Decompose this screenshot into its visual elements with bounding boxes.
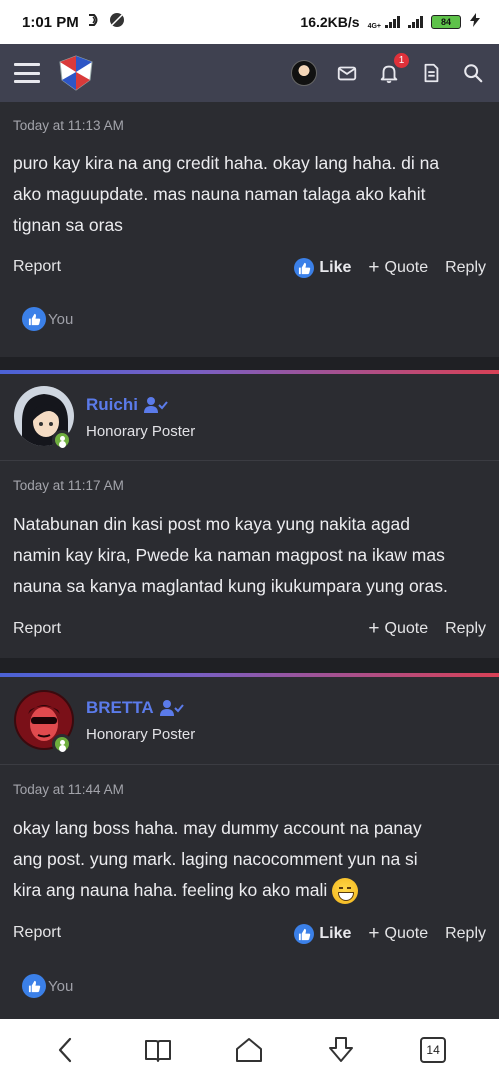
plus-icon: + [368, 923, 380, 944]
username-label: BRETTA [86, 698, 154, 717]
reaction-label: You [48, 977, 74, 995]
reaction-summary[interactable]: You [22, 974, 73, 998]
post-2: Ruichi Honorary Poster Today at 11:17 AM… [0, 374, 499, 658]
browser-bottom-nav: 14 [0, 1019, 499, 1080]
reply-button[interactable]: Reply [445, 620, 486, 638]
post-line: ang post. yung mark. laging nacocomment … [13, 849, 418, 869]
post-line: namin kay kira, Pwede ka naman magpost n… [13, 545, 445, 565]
post-line: nauna sa kanya maglantad kung ikukumpara… [13, 576, 448, 596]
notification-badge: 1 [394, 53, 409, 68]
post-body: Natabunan din kasi post mo kaya yung nak… [13, 509, 493, 602]
thumbs-up-icon [294, 924, 315, 944]
reaction-label: You [48, 310, 74, 328]
network-speed: 16.2KB/s [300, 14, 360, 30]
app-header: 1 [0, 44, 499, 102]
post-line-with-emoji: kira ang nauna haha. feeling ko ako mali [13, 875, 493, 906]
like-button[interactable]: Like [294, 258, 351, 278]
divider [0, 764, 499, 765]
thumbs-up-icon [22, 974, 46, 998]
quote-label: Quote [384, 620, 429, 637]
post-line: puro kay kira na ang credit haha. okay l… [13, 153, 440, 173]
quote-button[interactable]: + Quote [368, 257, 429, 278]
post-3: BRETTA Honorary Poster Today at 11:44 AM… [0, 677, 499, 1019]
back-icon[interactable] [49, 1033, 83, 1067]
plus-icon: + [368, 257, 380, 278]
post-1: Today at 11:13 AM puro kay kira na ang c… [0, 102, 499, 357]
menu-icon[interactable] [14, 63, 40, 83]
thumbs-up-icon [294, 258, 315, 278]
username[interactable]: Ruichi [86, 395, 168, 415]
plus-icon: + [368, 618, 380, 639]
post-line: kira ang nauna haha. feeling ko ako mali [13, 880, 328, 900]
status-bar: 1:01 PM 16.2KB/s 4G+ 84 [0, 0, 499, 44]
site-logo[interactable] [56, 54, 96, 92]
circle-slash-icon [109, 12, 125, 33]
quote-button[interactable]: + Quote [368, 618, 429, 639]
download-icon[interactable] [324, 1033, 358, 1067]
post-line: tignan sa oras [13, 215, 123, 235]
username[interactable]: BRETTA [86, 698, 184, 718]
bell-icon[interactable]: 1 [377, 53, 409, 85]
post-separator [0, 658, 499, 673]
like-label: Like [319, 925, 352, 942]
like-button[interactable]: Like [294, 924, 351, 944]
quote-button[interactable]: + Quote [368, 923, 429, 944]
report-button[interactable]: Report [13, 620, 61, 638]
user-check-icon [159, 700, 184, 716]
tab-count: 14 [420, 1036, 447, 1063]
reply-button[interactable]: Reply [445, 259, 486, 277]
post-timestamp[interactable]: Today at 11:44 AM [13, 782, 124, 797]
user-avatar[interactable] [291, 60, 317, 86]
post-line: okay lang boss haha. may dummy account n… [13, 818, 422, 838]
thumbs-up-icon [22, 307, 46, 331]
post-body: okay lang boss haha. may dummy account n… [13, 813, 493, 906]
post-line: Natabunan din kasi post mo kaya yung nak… [13, 514, 410, 534]
grinning-sweat-emoji-icon [332, 878, 359, 905]
quote-label: Quote [384, 925, 429, 942]
mail-icon[interactable] [335, 61, 359, 85]
online-status-icon [52, 430, 72, 450]
username-label: Ruichi [86, 395, 138, 414]
network-type: 4G+ [367, 22, 381, 30]
reaction-summary[interactable]: You [22, 307, 73, 331]
like-label: Like [319, 259, 352, 276]
quote-label: Quote [384, 259, 429, 276]
charging-icon [469, 12, 481, 32]
user-title: Honorary Poster [86, 726, 196, 743]
post-timestamp[interactable]: Today at 11:17 AM [13, 478, 124, 493]
online-status-icon [52, 734, 72, 754]
home-icon[interactable] [232, 1033, 266, 1067]
dolby-icon [87, 13, 101, 32]
search-icon[interactable] [461, 61, 485, 85]
document-icon[interactable] [419, 61, 443, 85]
post-separator [0, 357, 499, 370]
user-title: Honorary Poster [86, 423, 196, 440]
reply-button[interactable]: Reply [445, 925, 486, 943]
signal-icon-2 [408, 16, 423, 28]
divider [0, 460, 499, 461]
post-timestamp[interactable]: Today at 11:13 AM [13, 118, 124, 133]
post-actions: Report Like + Quote Reply [0, 258, 499, 282]
post-actions: Report Like + Quote Reply [0, 924, 499, 948]
bookmarks-icon[interactable] [141, 1033, 175, 1067]
battery-indicator: 84 [431, 15, 461, 29]
user-check-icon [143, 397, 168, 413]
tabs-icon[interactable]: 14 [416, 1033, 450, 1067]
signal-icon [385, 16, 400, 28]
report-button[interactable]: Report [13, 258, 61, 276]
post-body: puro kay kira na ang credit haha. okay l… [13, 148, 493, 241]
post-line: ako maguupdate. mas nauna naman talaga a… [13, 184, 426, 204]
status-time: 1:01 PM [22, 13, 79, 31]
post-actions: Report + Quote Reply [0, 618, 499, 644]
report-button[interactable]: Report [13, 924, 61, 942]
